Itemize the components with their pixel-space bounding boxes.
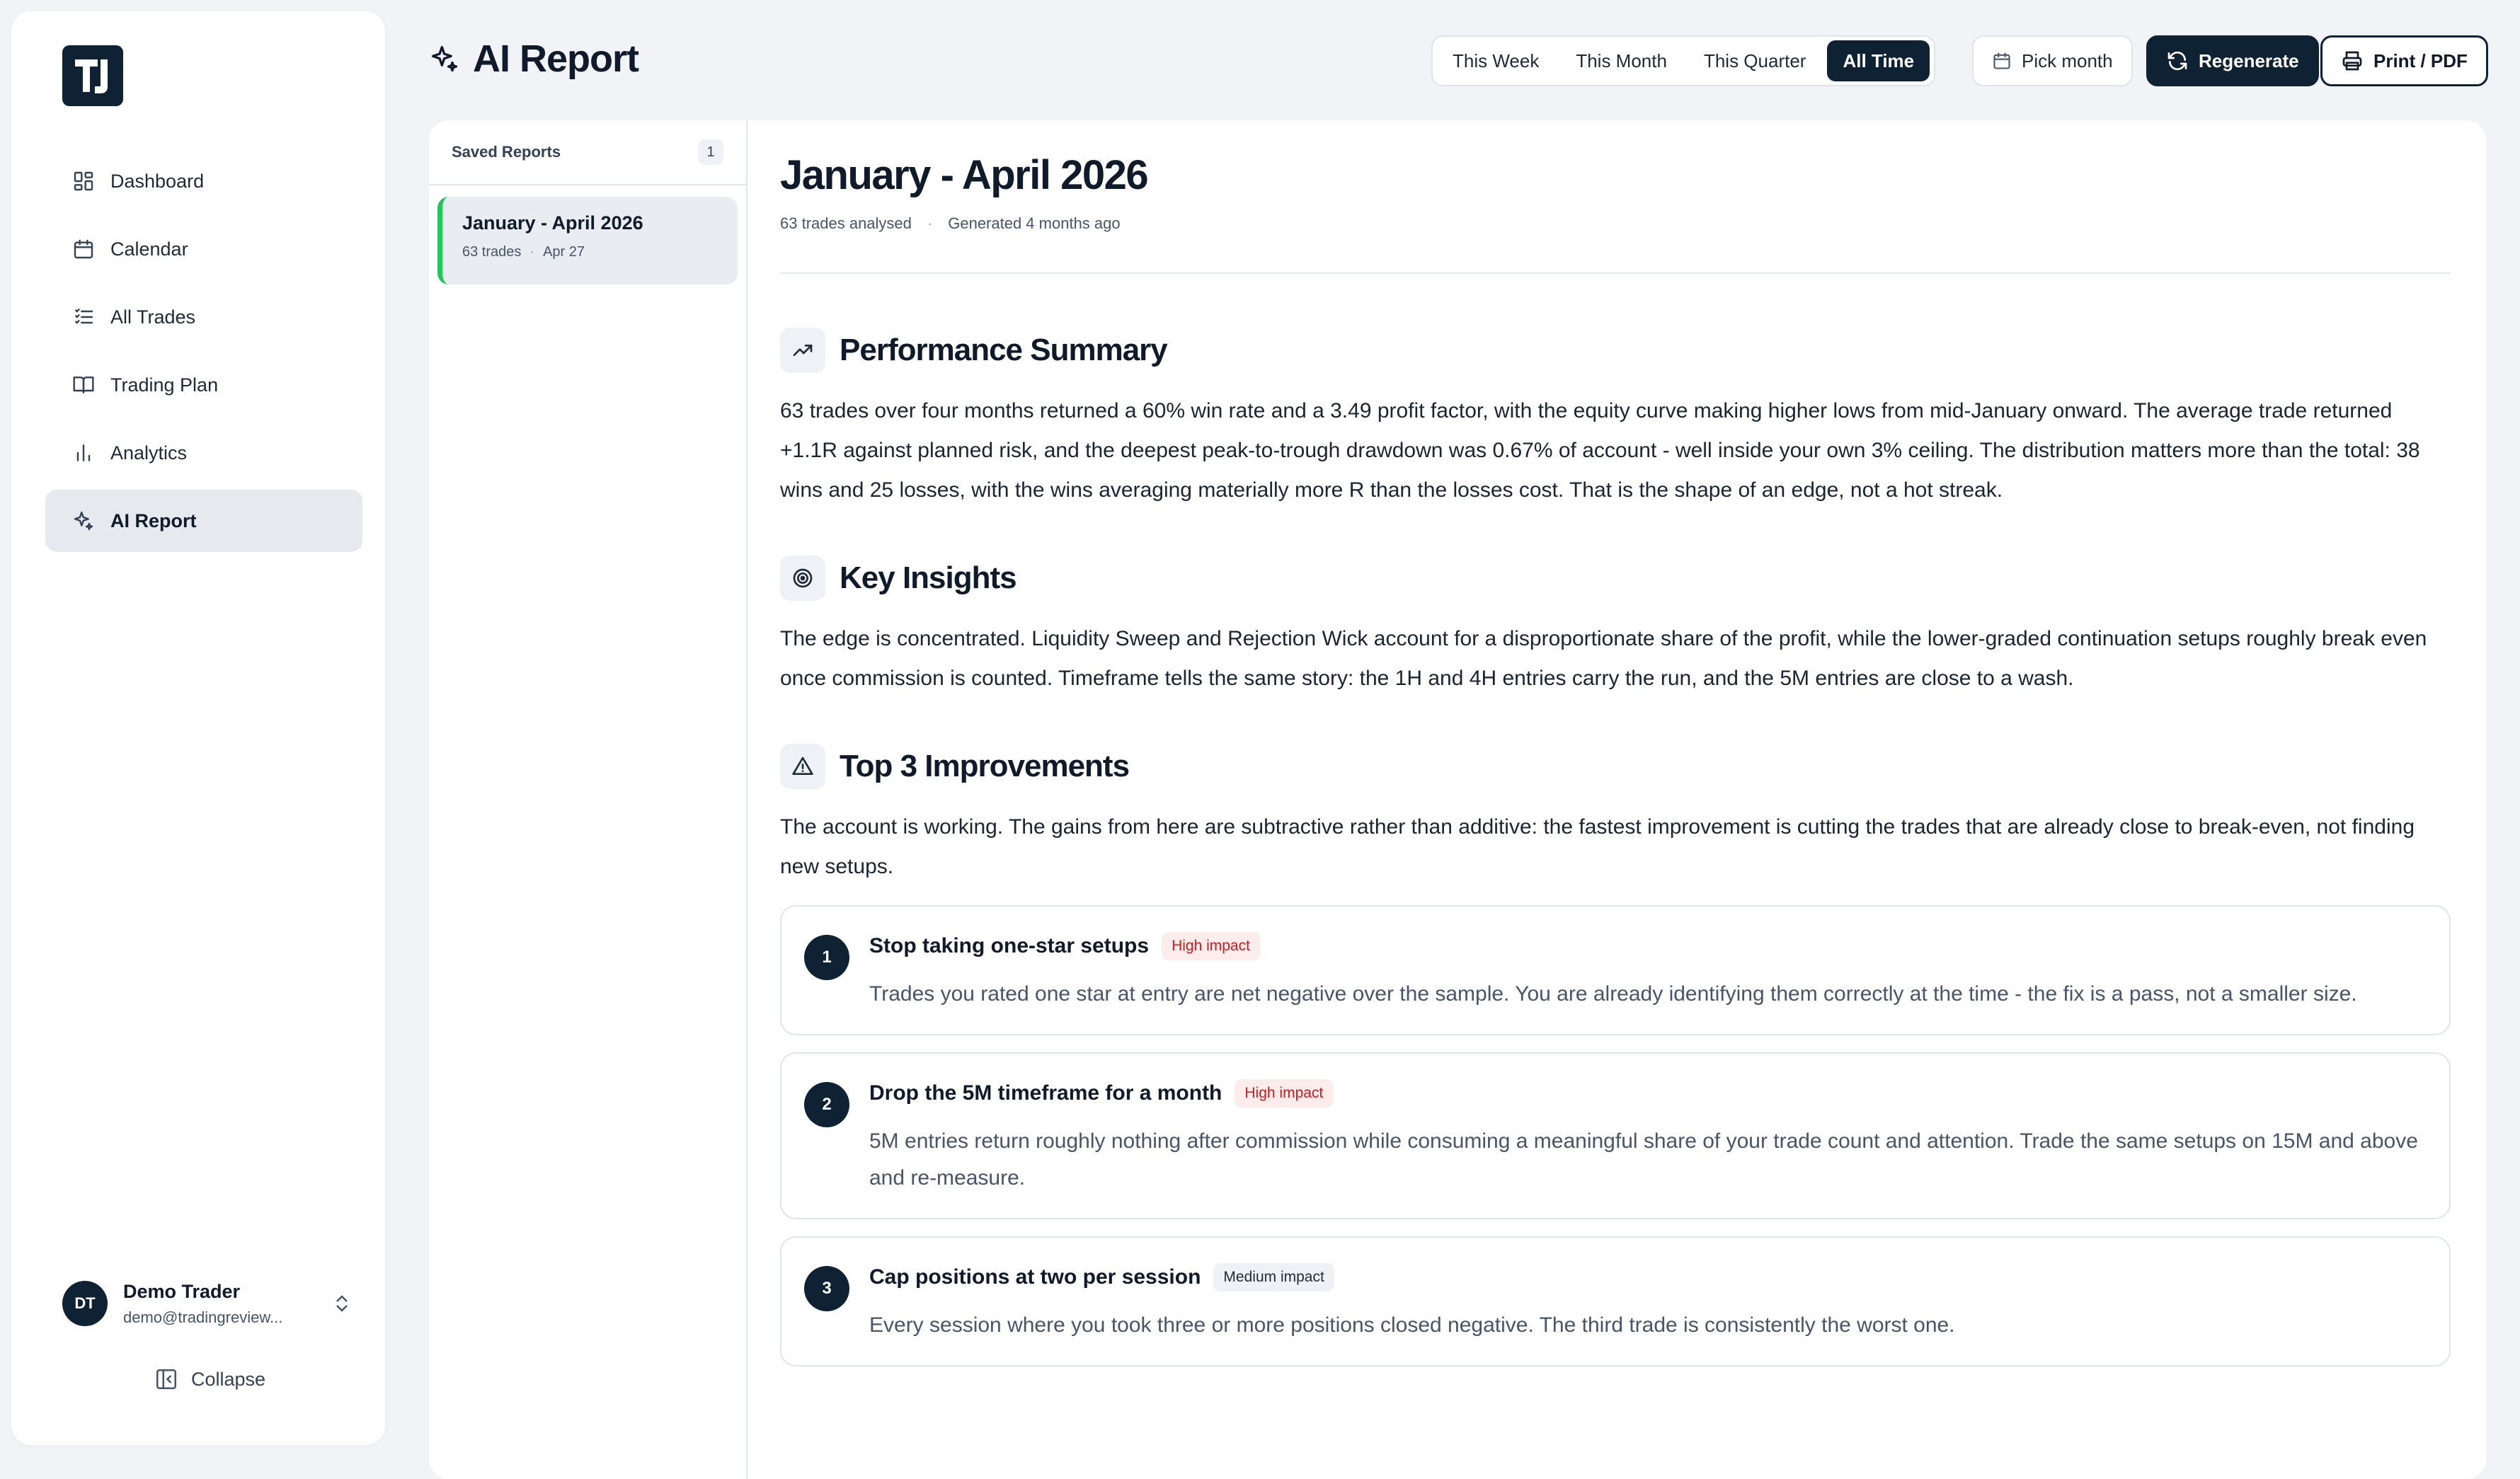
regenerate-button[interactable]: Regenerate [2146, 35, 2319, 86]
sidebar-item-ai-report[interactable]: AI Report [45, 490, 362, 552]
improvement-card: 2 Drop the 5M timeframe for a month High… [780, 1052, 2451, 1219]
pick-month-label: Pick month [2022, 50, 2113, 71]
sparkles-icon [72, 510, 95, 532]
warning-triangle-icon [780, 744, 825, 789]
sidebar-item-trading-plan[interactable]: Trading Plan [45, 354, 362, 416]
app-logo[interactable] [62, 45, 123, 106]
calendar-icon [72, 238, 95, 260]
saved-reports-pane: Saved Reports 1 January - April 2026 63 … [429, 120, 748, 1479]
saved-report-date: Apr 27 [543, 244, 585, 260]
section-key-insights: Key Insights The edge is concentrated. L… [780, 556, 2451, 698]
target-icon [780, 556, 825, 601]
print-pdf-button[interactable]: Print / PDF [2320, 35, 2488, 86]
saved-reports-header: Saved Reports 1 [429, 120, 746, 185]
sidebar-item-calendar[interactable]: Calendar [45, 218, 362, 280]
impact-badge: High impact [1235, 1079, 1334, 1107]
meta-separator: · [927, 214, 933, 232]
improvement-number: 2 [804, 1082, 849, 1127]
improvement-card: 3 Cap positions at two per session Mediu… [780, 1236, 2451, 1366]
pick-month-button[interactable]: Pick month [1972, 35, 2133, 86]
page-header: AI Report [429, 37, 639, 81]
improvement-number: 3 [804, 1266, 849, 1311]
report-generated: Generated 4 months ago [948, 214, 1121, 232]
report-trades-analysed: 63 trades analysed [780, 214, 912, 232]
section-title: Performance Summary [840, 333, 1168, 367]
sidebar-item-label: All Trades [110, 306, 196, 328]
section-header: Key Insights [780, 556, 2451, 601]
report-content: January - April 2026 63 trades analysed … [780, 120, 2451, 1366]
section-body: 63 trades over four months returned a 60… [780, 399, 2420, 502]
saved-report-item[interactable]: January - April 2026 63 trades · Apr 27 [437, 197, 738, 284]
range-this-quarter[interactable]: This Quarter [1688, 40, 1822, 81]
saved-report-meta: 63 trades · Apr 27 [462, 244, 738, 260]
user-email: demo@tradingreview... [123, 1308, 283, 1326]
chevron-up-down-icon [331, 1293, 353, 1314]
sidebar-item-label: Trading Plan [110, 374, 219, 396]
section-performance-summary: Performance Summary 63 trades over four … [780, 328, 2451, 510]
improvement-title: Cap positions at two per session [869, 1265, 1201, 1289]
sparkles-icon [429, 43, 460, 74]
improvement-card: 1 Stop taking one-star setups High impac… [780, 905, 2451, 1035]
range-this-week[interactable]: This Week [1437, 40, 1554, 81]
improvement-title: Stop taking one-star setups [869, 934, 1150, 957]
improvement-description: Every session where you took three or mo… [869, 1313, 1955, 1337]
improvement-number: 1 [804, 935, 849, 980]
collapse-button[interactable]: Collapse [154, 1367, 265, 1391]
date-range-selector: This Week This Month This Quarter All Ti… [1431, 35, 1936, 86]
sidebar-item-analytics[interactable]: Analytics [45, 422, 362, 484]
printer-icon [2341, 50, 2364, 72]
book-icon [72, 374, 95, 396]
range-this-month[interactable]: This Month [1560, 40, 1683, 81]
section-title: Top 3 Improvements [840, 749, 1130, 783]
impact-badge: Medium impact [1213, 1263, 1334, 1291]
report-panel: Saved Reports 1 January - April 2026 63 … [429, 120, 2486, 1479]
improvement-header: Drop the 5M timeframe for a month High i… [869, 1079, 2424, 1107]
collapse-sidebar-icon [154, 1367, 178, 1391]
refresh-icon [2166, 50, 2189, 72]
collapse-label: Collapse [191, 1368, 266, 1390]
saved-report-title: January - April 2026 [462, 212, 643, 234]
meta-separator: · [529, 244, 535, 260]
section-title: Key Insights [840, 560, 1017, 595]
report-meta: 63 trades analysed · Generated 4 months … [780, 214, 2451, 233]
sidebar-item-label: Dashboard [110, 170, 205, 192]
range-all-time[interactable]: All Time [1827, 40, 1930, 81]
bar-chart-icon [72, 442, 95, 464]
section-body: The edge is concentrated. Liquidity Swee… [780, 627, 2427, 690]
saved-reports-count: 1 [698, 139, 723, 165]
print-pdf-label: Print / PDF [2373, 50, 2468, 71]
report-title: January - April 2026 [780, 152, 1149, 198]
user-info: Demo Trader demo@tradingreview... [123, 1281, 316, 1327]
saved-reports-title: Saved Reports [452, 143, 561, 161]
user-menu[interactable]: DT Demo Trader demo@tradingreview... [62, 1278, 353, 1329]
avatar: DT [62, 1281, 108, 1326]
improvement-description: Trades you rated one star at entry are n… [869, 982, 2357, 1006]
impact-badge: High impact [1162, 932, 1260, 960]
sidebar: Dashboard Calendar All Trades Trading Pl… [11, 11, 385, 1445]
dashboard-icon [72, 170, 95, 192]
section-header: Performance Summary [780, 328, 2451, 373]
section-body: The account is working. The gains from h… [780, 815, 2415, 878]
improvement-header: Cap positions at two per session Medium … [869, 1263, 2424, 1291]
user-name: Demo Trader [123, 1280, 241, 1302]
sidebar-item-label: Analytics [110, 442, 188, 464]
improvement-title: Drop the 5M timeframe for a month [869, 1081, 1222, 1105]
sidebar-item-all-trades[interactable]: All Trades [45, 286, 362, 348]
list-icon [72, 306, 95, 328]
regenerate-label: Regenerate [2199, 50, 2299, 71]
calendar-icon [1992, 51, 2012, 71]
sidebar-item-dashboard[interactable]: Dashboard [45, 150, 362, 212]
sidebar-item-label: Calendar [110, 238, 188, 260]
section-top-improvements: Top 3 Improvements The account is workin… [780, 744, 2451, 1366]
section-header: Top 3 Improvements [780, 744, 2451, 789]
trending-up-icon [780, 328, 825, 373]
sidebar-nav: Dashboard Calendar All Trades Trading Pl… [45, 150, 362, 558]
improvement-description: 5M entries return roughly nothing after … [869, 1129, 2418, 1190]
improvement-header: Stop taking one-star setups High impact [869, 932, 2424, 960]
saved-report-trades: 63 trades [462, 244, 522, 260]
divider [780, 272, 2451, 274]
sidebar-item-label: AI Report [110, 510, 197, 531]
page-title: AI Report [473, 38, 639, 80]
